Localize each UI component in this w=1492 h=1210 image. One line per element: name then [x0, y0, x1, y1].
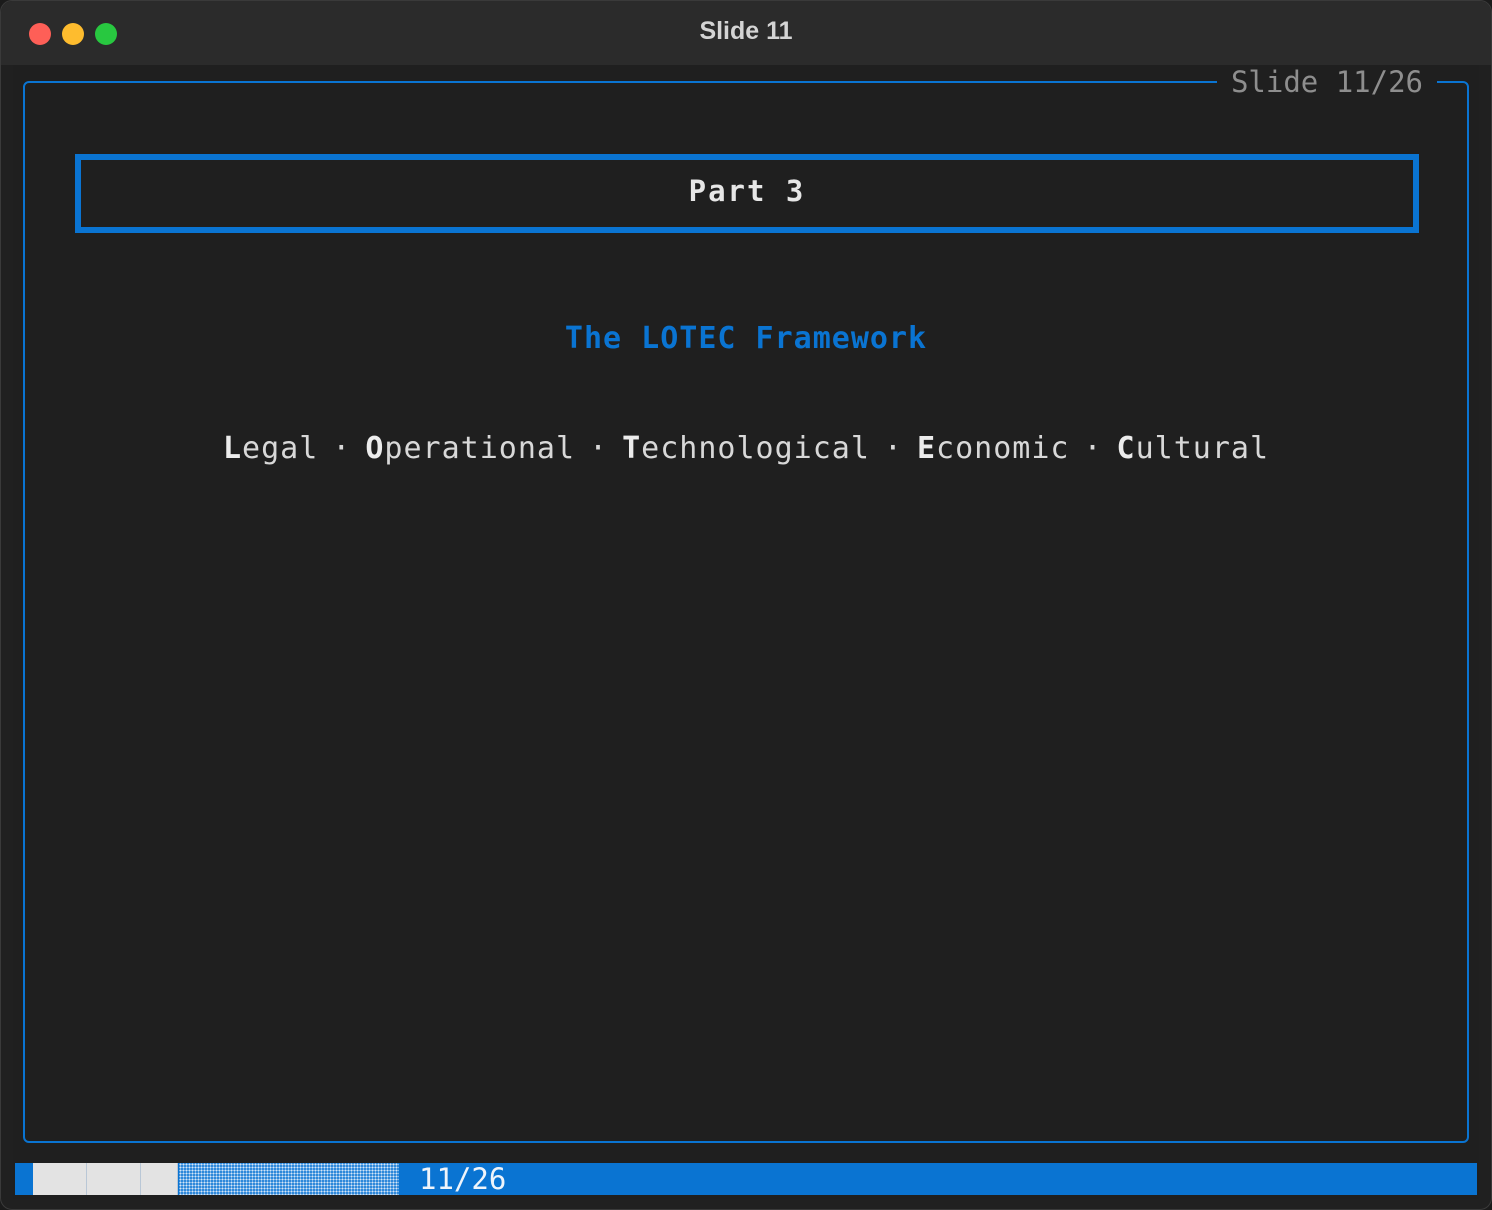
terminal-content: Slide 11/26 Part 3 The LOTEC Framework L…	[13, 65, 1479, 1199]
framework-item-economic: Economic	[916, 431, 1070, 466]
slide-subtitle: The LOTEC Framework	[564, 321, 928, 356]
window-title: Slide 11	[699, 17, 793, 45]
slide-frame: Slide 11/26 Part 3 The LOTEC Framework L…	[23, 65, 1469, 1143]
framework-item-cultural: Cultural	[1116, 431, 1270, 466]
title-bar: Slide 11	[1, 1, 1491, 65]
separator: ·	[332, 431, 352, 466]
progress-segment	[87, 1163, 141, 1195]
framework-item-operational: Operational	[365, 431, 576, 466]
framework-list: Legal · Operational · Technological · Economic…	[25, 431, 1467, 466]
status-bar: 11/26	[15, 1162, 1477, 1196]
separator: ·	[883, 431, 903, 466]
framework-item-technological: Technological	[622, 431, 870, 466]
separator: ·	[589, 431, 609, 466]
separator: ·	[1083, 431, 1103, 466]
part-title: Part 3	[688, 174, 806, 208]
progress-bar-filled	[33, 1163, 178, 1195]
framework-item-legal: Legal	[222, 431, 319, 466]
progress-segment	[33, 1163, 87, 1195]
progress-bar-remaining	[179, 1163, 399, 1195]
progress-segment	[141, 1163, 178, 1195]
terminal-window: Slide 11 Slide 11/26 Part 3 The LOTEC Fr…	[0, 0, 1492, 1210]
progress-text: 11/26	[419, 1162, 507, 1196]
part-header-box: Part 3	[75, 154, 1419, 233]
slide-counter: Slide 11/26	[1216, 65, 1437, 99]
